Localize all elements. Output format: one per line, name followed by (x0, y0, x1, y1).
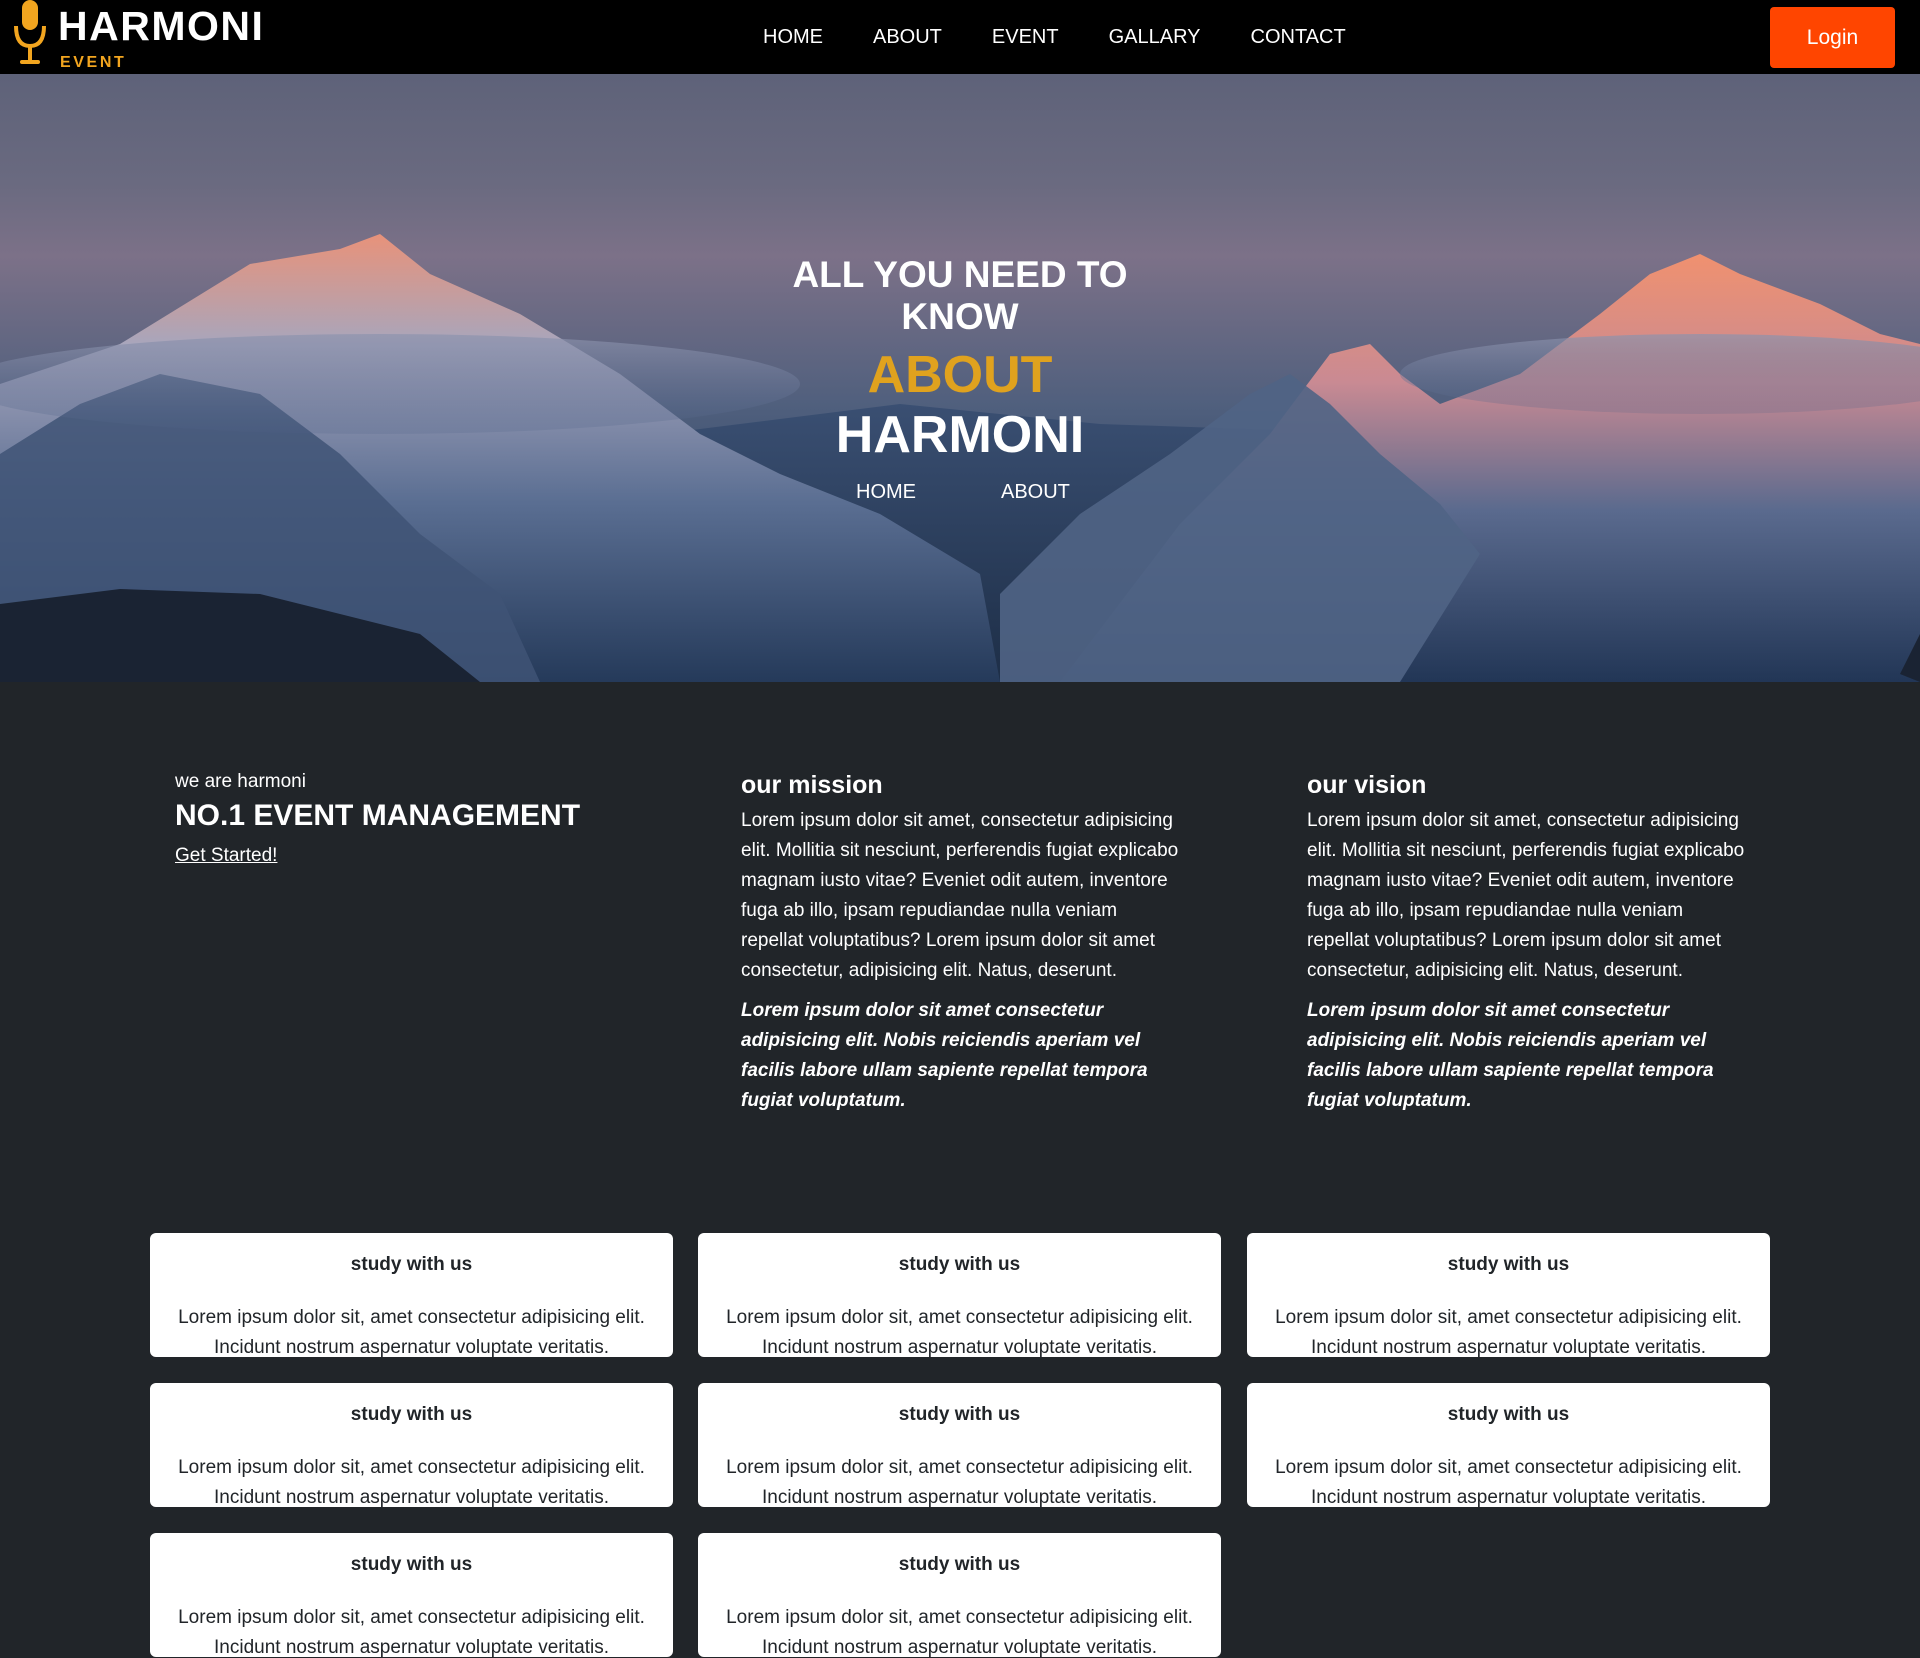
card[interactable]: study with us Lorem ipsum dolor sit, ame… (698, 1533, 1221, 1658)
vision-column: our vision Lorem ipsum dolor sit amet, c… (1307, 770, 1747, 1116)
card-title: study with us (898, 1254, 1021, 1275)
get-started-link[interactable]: Get Started! (175, 844, 277, 868)
vision-body: Lorem ipsum dolor sit amet, consectetur … (1307, 810, 1745, 981)
nav-home[interactable]: HOME (763, 0, 823, 74)
card-title: study with us (898, 1554, 1021, 1575)
card[interactable]: study with us Lorem ipsum dolor sit, ame… (150, 1533, 673, 1658)
nav-gallary[interactable]: GALLARY (1109, 0, 1201, 74)
card-text: Lorem ipsum dolor sit, amet consectetur … (726, 1307, 1193, 1358)
login-button[interactable]: Login (1770, 7, 1895, 68)
card[interactable]: study with us Lorem ipsum dolor sit, ame… (150, 1383, 673, 1508)
card-text: Lorem ipsum dolor sit, amet consectetur … (1275, 1307, 1742, 1358)
brand-name: HARMONI (58, 3, 265, 49)
card-text: Lorem ipsum dolor sit, amet consectetur … (178, 1607, 645, 1658)
microphone-icon (14, 0, 46, 64)
vision-emphasis: Lorem ipsum dolor sit amet consectetur a… (1307, 1000, 1714, 1111)
breadcrumb-home[interactable]: HOME (856, 480, 916, 504)
card[interactable]: study with us Lorem ipsum dolor sit, ame… (1247, 1233, 1770, 1358)
card-title: study with us (898, 1404, 1021, 1425)
card-text: Lorem ipsum dolor sit, amet consectetur … (726, 1457, 1193, 1508)
card-title: study with us (1447, 1254, 1570, 1275)
hero-banner: ALL YOU NEED TO KNOW ABOUT HARMONI HOME … (0, 74, 1920, 682)
vision-heading: our vision (1307, 771, 1427, 799)
card-title: study with us (350, 1254, 473, 1275)
intro-column: we are harmoni NO.1 EVENT MANAGEMENT Get… (175, 770, 625, 868)
card-text: Lorem ipsum dolor sit, amet consectetur … (1275, 1457, 1742, 1508)
card-text: Lorem ipsum dolor sit, amet consectetur … (178, 1307, 645, 1358)
nav-contact[interactable]: CONTACT (1251, 0, 1346, 74)
card-text: Lorem ipsum dolor sit, amet consectetur … (726, 1607, 1193, 1658)
card[interactable]: study with us Lorem ipsum dolor sit, ame… (698, 1233, 1221, 1358)
intro-small-text: we are harmoni (175, 771, 306, 792)
navbar: HARMONI EVENT MANAGEMENT HOME ABOUT EVEN… (0, 0, 1920, 89)
nav-event[interactable]: EVENT (992, 0, 1059, 74)
hero-pretitle: ALL YOU NEED TO KNOW (792, 254, 1128, 337)
hero-title: HARMONI (835, 406, 1085, 464)
mission-heading: our mission (741, 771, 883, 799)
mission-column: our mission Lorem ipsum dolor sit amet, … (741, 770, 1181, 1116)
nav-about[interactable]: ABOUT (873, 0, 942, 74)
card[interactable]: study with us Lorem ipsum dolor sit, ame… (150, 1233, 673, 1358)
card-title: study with us (350, 1554, 473, 1575)
logo[interactable]: HARMONI EVENT MANAGEMENT (12, 0, 272, 89)
card-title: study with us (350, 1404, 473, 1425)
card[interactable]: study with us Lorem ipsum dolor sit, ame… (698, 1383, 1221, 1508)
breadcrumb-about[interactable]: ABOUT (1001, 480, 1070, 504)
mission-emphasis: Lorem ipsum dolor sit amet consectetur a… (741, 1000, 1148, 1111)
intro-title: NO.1 EVENT MANAGEMENT (175, 799, 581, 832)
hero-accent-word: ABOUT (867, 346, 1053, 404)
mission-body: Lorem ipsum dolor sit amet, consectetur … (741, 810, 1179, 981)
hero-content: ALL YOU NEED TO KNOW ABOUT HARMONI HOME … (0, 74, 1920, 682)
card-text: Lorem ipsum dolor sit, amet consectetur … (178, 1457, 645, 1508)
main-nav: HOME ABOUT EVENT GALLARY CONTACT (763, 0, 1346, 74)
card-title: study with us (1447, 1404, 1570, 1425)
card[interactable]: study with us Lorem ipsum dolor sit, ame… (1247, 1383, 1770, 1508)
